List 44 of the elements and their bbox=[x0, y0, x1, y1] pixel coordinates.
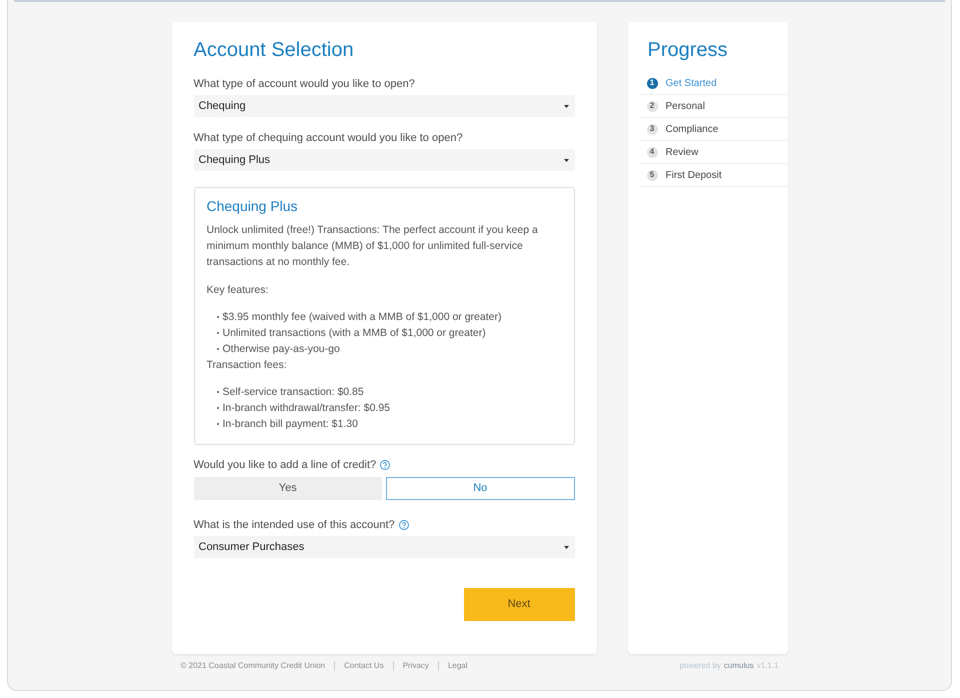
question-label: What type of account would you like to open? bbox=[194, 77, 415, 92]
step-label: Personal bbox=[666, 100, 705, 114]
step-label: First Deposit bbox=[666, 168, 722, 182]
toggle-button[interactable]: No bbox=[386, 477, 574, 500]
step-number: 5 bbox=[646, 170, 658, 180]
step-number: 1 bbox=[646, 78, 658, 88]
list-item-text: Otherwise pay-as-you-go bbox=[222, 342, 340, 357]
list-item-text: $3.95 monthly fee (waived with a MMB of $1,000 or greater) bbox=[222, 310, 502, 325]
footer-link[interactable]: Privacy bbox=[402, 660, 429, 672]
help-icon[interactable] bbox=[380, 460, 390, 470]
section-heading: Transaction fees: bbox=[206, 358, 288, 373]
powered-by-label: powered by bbox=[680, 660, 721, 672]
dropdown[interactable]: Chequing Plus bbox=[194, 149, 574, 171]
dropdown[interactable]: Chequing bbox=[194, 95, 574, 117]
step-label: Get Started bbox=[666, 76, 717, 90]
version-label: v1.1.1 bbox=[756, 660, 778, 672]
list-item-text: In-branch bill payment: $1.30 bbox=[222, 417, 358, 432]
plan-description: Unlock unlimited (free!) Transactions: The perfect account if you keep a minimum monthly balance (MMB) of $1,000 for unlimited full-service transactions at no monthly fee. bbox=[206, 223, 539, 270]
step-label: Compliance bbox=[666, 122, 718, 136]
list-item-text: In-branch withdrawal/transfer: $0.95 bbox=[222, 401, 390, 416]
list-item-text: Self-service transaction: $0.85 bbox=[222, 385, 364, 400]
brand-name: cumulus bbox=[724, 660, 754, 672]
footer-link[interactable]: Legal bbox=[448, 660, 468, 672]
form-title: Account Selection bbox=[194, 38, 355, 63]
plan-title: Chequing Plus bbox=[206, 197, 299, 216]
copyright-text: © 2021 Coastal Community Credit Union bbox=[180, 660, 326, 672]
step-number: 2 bbox=[646, 100, 658, 112]
dropdown[interactable]: Consumer Purchases bbox=[194, 536, 574, 558]
step-number: 3 bbox=[646, 124, 658, 134]
footer-link[interactable]: Contact Us bbox=[344, 660, 384, 672]
question-label: Would you like to add a line of credit? bbox=[194, 458, 376, 473]
caret-icon bbox=[564, 158, 568, 162]
section-heading: Key features: bbox=[206, 283, 270, 298]
toggle-button[interactable]: Yes bbox=[194, 477, 382, 500]
question-label: What type of chequing account would you like to open? bbox=[194, 131, 463, 146]
step-number: 4 bbox=[646, 146, 658, 158]
caret-icon bbox=[564, 546, 568, 548]
help-icon[interactable] bbox=[398, 520, 409, 530]
question-label: What is the intended use of this account? bbox=[194, 518, 395, 533]
next-button[interactable]: Next bbox=[464, 588, 574, 621]
step-label: Review bbox=[666, 146, 698, 160]
caret-icon bbox=[564, 104, 568, 108]
progress-title: Progress bbox=[646, 38, 729, 63]
list-item-text: Unlimited transactions (with a MMB of $1,000 or greater) bbox=[222, 326, 486, 341]
